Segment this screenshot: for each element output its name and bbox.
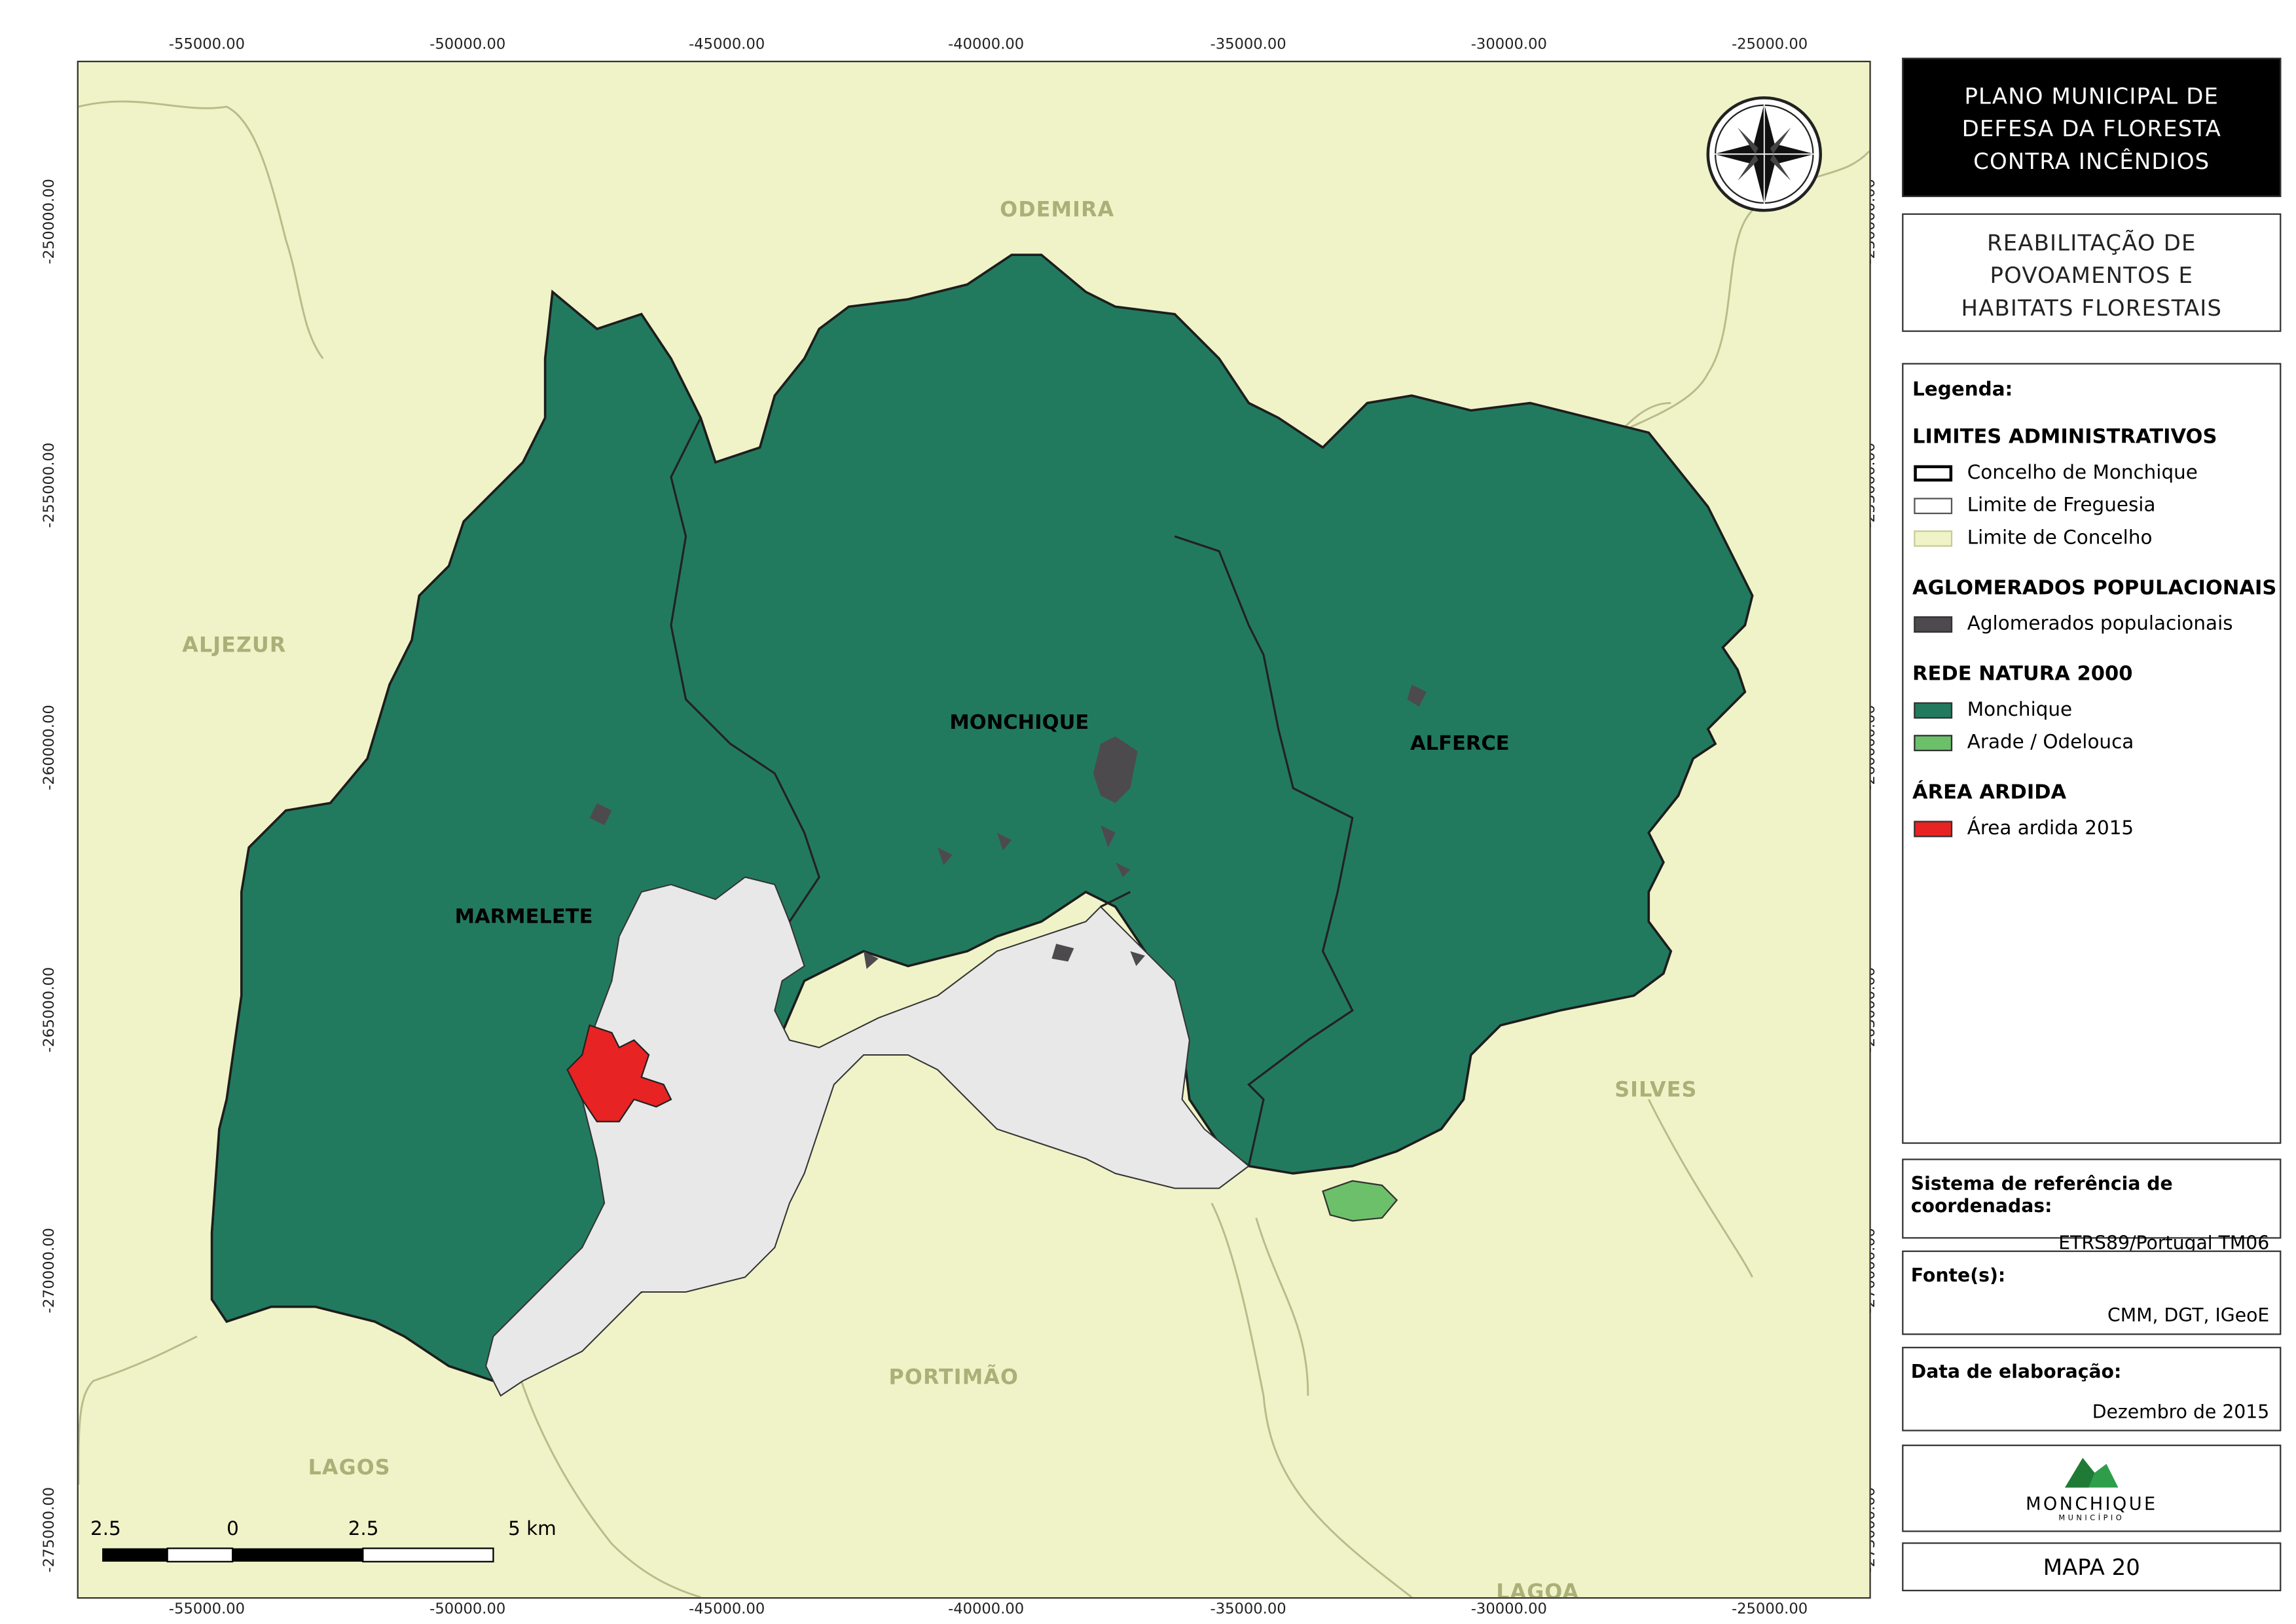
label-lagoa: LAGOA — [1496, 1581, 1580, 1599]
compass-rose-icon — [1706, 96, 1822, 212]
x-tick-label-top: -40000.00 — [948, 37, 1025, 54]
legend-item: Área ardida 2015 — [1914, 813, 2280, 843]
date-value: Dezembro de 2015 — [2092, 1400, 2270, 1423]
legend-item: Monchique — [1914, 695, 2280, 724]
x-tick-label-bottom: -25000.00 — [1731, 1601, 1808, 1618]
legend-swatch — [1914, 820, 1953, 837]
x-tick-label-bottom: -55000.00 — [168, 1601, 246, 1618]
subject-line: POVOAMENTOS E — [1990, 262, 2194, 289]
logo-subtext: MUNICÍPIO — [2058, 1514, 2125, 1523]
subject-line: HABITATS FLORESTAIS — [1961, 295, 2223, 322]
legend-item-label: Área ardida 2015 — [1967, 817, 2134, 840]
legend-item: Limite de Concelho — [1914, 523, 2280, 553]
y-tick-label-left: -255000.00 — [42, 442, 59, 528]
plan-title-line: PLANO MUNICIPAL DE — [1964, 83, 2219, 110]
legend-item-label: Limite de Concelho — [1967, 526, 2153, 549]
x-tick-label-top: -30000.00 — [1470, 37, 1547, 54]
legend-item-label: Limite de Freguesia — [1967, 494, 2156, 517]
legend-item: Arade / Odelouca — [1914, 728, 2280, 757]
legend-sections: LIMITES ADMINISTRATIVOS Concelho de Monch… — [1903, 422, 2280, 843]
x-tick-label-bottom: -35000.00 — [1210, 1601, 1286, 1618]
scale-bar — [102, 1547, 494, 1562]
label-monchique-parish: MONCHIQUE — [949, 711, 1089, 735]
map-number-box: MAPA 20 — [1902, 1542, 2282, 1592]
x-tick-label-top: -50000.00 — [429, 37, 506, 54]
legend-section-title: ÁREA ARDIDA — [1912, 781, 2067, 805]
y-tick-label-left: -275000.00 — [42, 1486, 59, 1573]
x-tick-label-top: -35000.00 — [1210, 37, 1286, 54]
scale-label: 5 km — [508, 1519, 556, 1541]
legend-item-label: Monchique — [1967, 698, 2073, 721]
logo-box: MONCHIQUE MUNICÍPIO — [1902, 1445, 2282, 1532]
legend-item: Aglomerados populacionais — [1914, 609, 2280, 638]
map-sheet: -55000.00 -50000.00 -45000.00 -40000.00 -350… — [0, 0, 2296, 1624]
label-marmelete-parish: MARMELETE — [454, 905, 593, 929]
legend-swatch — [1914, 464, 1953, 481]
label-lagos: LAGOS — [308, 1456, 391, 1481]
x-tick-label-bottom: -40000.00 — [948, 1601, 1025, 1618]
label-aljezur: ALJEZUR — [182, 634, 287, 658]
legend-item-label: Arade / Odelouca — [1967, 731, 2134, 754]
map-frame[interactable]: ODEMIRA ALJEZUR SILVES PORTIMÃO LAGOS LA… — [77, 60, 1871, 1599]
legend-item: Concelho de Monchique — [1914, 458, 2280, 487]
scale-label: 2.5 — [90, 1519, 121, 1541]
legend-swatch — [1914, 497, 1953, 513]
legend-section-title: REDE NATURA 2000 — [1912, 662, 2133, 686]
crs-box: Sistema de referência de coordenadas: ET… — [1902, 1158, 2282, 1253]
map-subject-box: REABILITAÇÃO DE POVOAMENTOS E HABITATS F… — [1902, 213, 2282, 332]
scale-label: 2.5 — [348, 1519, 379, 1541]
x-tick-label-bottom: -30000.00 — [1470, 1601, 1547, 1618]
x-tick-label-bottom: -45000.00 — [689, 1601, 765, 1618]
source-box: Fonte(s): CMM, DGT, IGeoE — [1902, 1250, 2282, 1335]
label-alferce-parish: ALFERCE — [1410, 731, 1510, 756]
subject-line: REABILITAÇÃO DE — [1986, 229, 2196, 257]
label-silves: SILVES — [1614, 1079, 1698, 1103]
label-odemira: ODEMIRA — [1000, 198, 1115, 223]
label-portimao: PORTIMÃO — [888, 1366, 1019, 1390]
source-value: CMM, DGT, IGeoE — [2107, 1304, 2270, 1327]
x-tick-label-top: -55000.00 — [168, 37, 246, 54]
legend-swatch — [1914, 616, 1953, 632]
monchique-logo-icon — [2065, 1458, 2119, 1488]
legend-swatch — [1914, 529, 1953, 546]
natura-arade-area — [1322, 1180, 1398, 1222]
y-tick-label-left: -250000.00 — [42, 178, 59, 265]
y-tick-label-left: -265000.00 — [42, 967, 59, 1053]
source-label: Fonte(s): — [1910, 1263, 2006, 1286]
logo-text: MONCHIQUE — [2026, 1493, 2158, 1515]
date-label: Data de elaboração: — [1910, 1360, 2122, 1383]
plan-title-box: PLANO MUNICIPAL DE DEFESA DA FLORESTA CO… — [1902, 58, 2282, 197]
x-tick-label-top: -25000.00 — [1731, 37, 1808, 54]
legend-swatch — [1914, 734, 1953, 751]
date-box: Data de elaboração: Dezembro de 2015 — [1902, 1346, 2282, 1431]
plan-title-line: CONTRA INCÊNDIOS — [1973, 148, 2210, 175]
natura-monchique-area — [210, 253, 1754, 1382]
legend-item-label: Concelho de Monchique — [1967, 461, 2198, 484]
legend-item-label: Aglomerados populacionais — [1967, 612, 2233, 635]
x-tick-label-top: -45000.00 — [689, 37, 765, 54]
map-number: MAPA 20 — [2043, 1554, 2140, 1581]
legend-section-title: AGLOMERADOS POPULACIONAIS — [1912, 576, 2277, 600]
legend-section-title: LIMITES ADMINISTRATIVOS — [1912, 425, 2217, 449]
crs-label: Sistema de referência de coordenadas: — [1910, 1172, 2173, 1217]
legend-swatch — [1914, 701, 1953, 718]
y-tick-label-left: -260000.00 — [42, 705, 59, 790]
legend-heading: Legenda: — [1912, 379, 2013, 402]
plan-title-line: DEFESA DA FLORESTA — [1961, 115, 2222, 143]
legend-box: Legenda: LIMITES ADMINISTRATIVOS Concelho… — [1902, 363, 2282, 1144]
scale-label: 0 — [227, 1519, 239, 1541]
x-tick-label-bottom: -50000.00 — [429, 1601, 506, 1618]
y-tick-label-left: -270000.00 — [42, 1227, 59, 1314]
legend-item: Limite de Freguesia — [1914, 490, 2280, 520]
